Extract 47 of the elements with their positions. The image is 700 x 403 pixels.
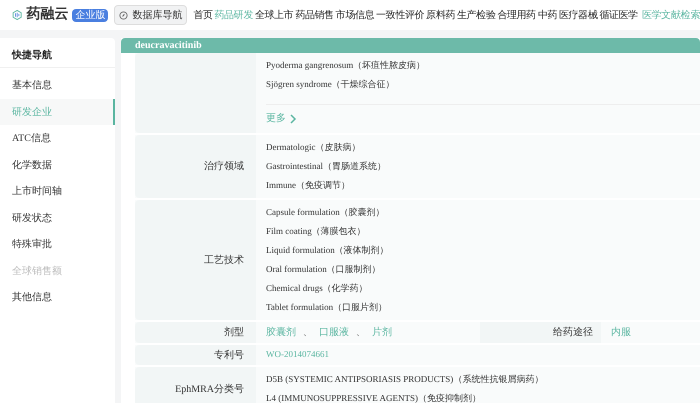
sidebar-item[interactable]: ATC信息 (0, 126, 115, 152)
sidebar-title: 快捷导航 (0, 44, 115, 68)
sidebar-item[interactable]: 特殊审批 (0, 232, 115, 258)
sidebar-item[interactable]: 研发状态 (0, 205, 115, 231)
nav-link[interactable]: 合理用药 (497, 8, 536, 22)
nav-link[interactable]: 市场信息 (336, 8, 374, 22)
row-label: 工艺技术 (135, 200, 256, 320)
row-value: 内服 (611, 326, 631, 340)
row-label: EphMRA分类号 (135, 367, 256, 403)
sidebar-item[interactable]: 其他信息 (0, 284, 115, 310)
compass-icon (119, 10, 128, 20)
separator-mark: 、 (356, 326, 365, 339)
database-nav-button[interactable]: 数据库导航 (114, 5, 188, 25)
row-value: L4 (IMMUNOSUPPRESSIVE AGENTS)（免疫抑制剂） (266, 392, 482, 403)
chevron-right-icon (290, 114, 297, 124)
row-value: D5B (SYSTEMIC ANTIPSORIASIS PRODUCTS)（系统性抗银屑病药） (266, 373, 544, 386)
logo-text: 药融云 (26, 6, 68, 24)
row-value: Capsule formulation（胶囊剂） (266, 206, 386, 219)
nav-link[interactable]: 医疗器械 (558, 8, 598, 22)
nav-link[interactable]: 全球上市 (254, 8, 294, 22)
edition-badge: 企业版 (72, 8, 108, 22)
row-value: Oral formulation（口服制剂） (266, 263, 382, 276)
row-value: Sjögren syndrome（干燥综合征） (266, 78, 396, 91)
row-value: Immune（免疫调节） (266, 179, 351, 192)
row-value: Dermatologic（皮肤病） (266, 141, 362, 154)
nav-link[interactable]: 药品销售 (295, 8, 334, 22)
sidebar-item[interactable]: 基本信息 (0, 72, 115, 98)
row-value: Film coating（薄膜包衣） (266, 225, 367, 238)
row-value: Liquid formulation（液体制剂） (266, 244, 390, 257)
nav-link[interactable]: 循证医学 (599, 8, 638, 22)
row-label: 给药途径 (480, 322, 601, 343)
row-value: Pyoderma gangrenosum（坏疽性脓皮病） (266, 59, 426, 72)
row-label: 治疗领域 (135, 135, 256, 198)
panel-title: deucravacitinib (135, 39, 202, 53)
nav-link[interactable]: 一致性评价 (376, 8, 424, 22)
sidebar-item[interactable]: 化学数据 (0, 152, 115, 178)
nav-link[interactable]: 中药 (538, 8, 557, 22)
nav-link[interactable]: 首页 (193, 8, 213, 22)
nav-link[interactable]: 原料药 (426, 8, 455, 22)
row-value: Tablet formulation（口服片剂） (266, 301, 388, 314)
separator-mark: 、 (303, 326, 312, 339)
row-label: 专利号 (135, 345, 256, 365)
row-value: Gastrointestinal（胃肠道系统） (266, 160, 387, 173)
row-value: Chemical drugs（化学药） (266, 282, 369, 295)
nav-link[interactable]: 生产检验 (456, 8, 496, 22)
sidebar-item[interactable]: 上市时间轴 (0, 178, 115, 204)
row-label: 剂型 (135, 322, 256, 343)
